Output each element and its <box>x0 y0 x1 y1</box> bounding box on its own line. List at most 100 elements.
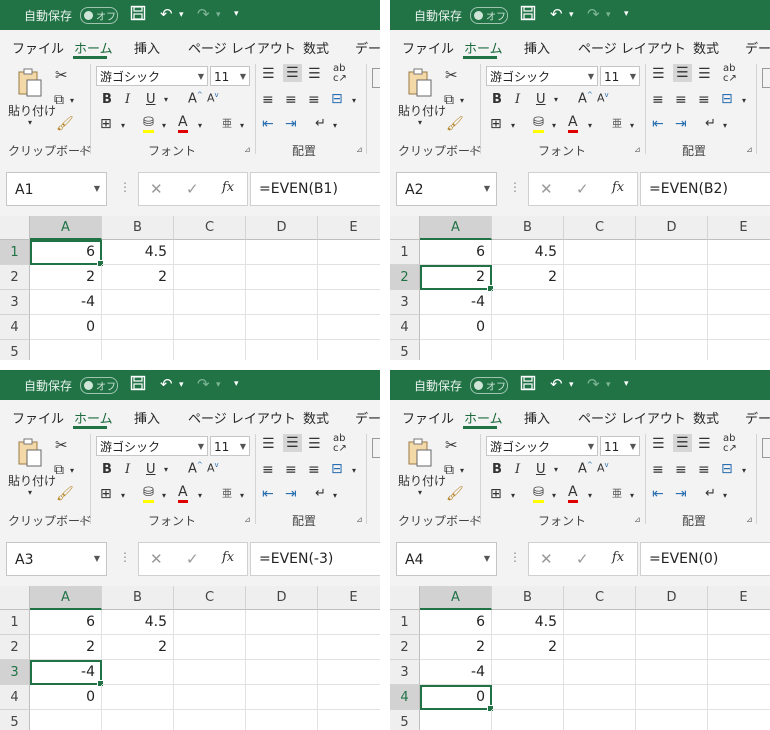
cell-d1[interactable] <box>246 610 318 635</box>
tab-2[interactable]: 挿入 <box>134 408 160 427</box>
row-header-3[interactable]: 3 <box>390 660 420 685</box>
cell-a4[interactable]: 0 <box>420 315 492 340</box>
tab-1[interactable]: ホーム <box>464 38 503 57</box>
paste-icon[interactable] <box>17 68 43 101</box>
orientation-icon[interactable]: ab c↗ <box>723 434 737 454</box>
tab-2[interactable]: 挿入 <box>524 38 550 57</box>
underline-icon[interactable]: U <box>146 92 156 107</box>
cell-a5[interactable] <box>30 340 102 360</box>
border-icon[interactable]: ⊞ <box>490 116 502 132</box>
border-dropdown-icon[interactable]: ▾ <box>511 491 515 500</box>
cell-e1[interactable] <box>708 240 770 265</box>
cell-c2[interactable] <box>564 635 636 660</box>
align-right-icon[interactable]: ≡ <box>308 92 320 108</box>
paste-dropdown-icon[interactable]: ▾ <box>28 488 32 497</box>
insert-function-icon[interactable]: fx <box>612 550 624 565</box>
cell-b5[interactable] <box>102 340 174 360</box>
cell-a1[interactable]: 6 <box>420 240 492 265</box>
cut-icon[interactable]: ✂ <box>445 66 458 84</box>
phonetic-dropdown-icon[interactable]: ▾ <box>630 491 634 500</box>
cell-c3[interactable] <box>174 660 246 685</box>
italic-icon[interactable]: I <box>125 92 130 107</box>
phonetic-icon[interactable]: 亜 <box>222 115 232 130</box>
cell-b3[interactable] <box>102 290 174 315</box>
decrease-font-icon[interactable]: Av <box>597 461 609 475</box>
format-painter-icon[interactable]: 🖌 <box>56 486 74 502</box>
bold-icon[interactable]: B <box>492 462 502 477</box>
wrap-text-icon[interactable]: ↵ <box>315 116 326 131</box>
column-header-d[interactable]: D <box>246 586 318 610</box>
cell-b5[interactable] <box>492 710 564 730</box>
align-center-icon[interactable]: ≡ <box>675 92 687 108</box>
cancel-icon[interactable]: ✕ <box>150 180 163 198</box>
cell-e2[interactable] <box>318 635 380 660</box>
autosave-toggle[interactable]: オフ <box>80 377 118 394</box>
cell-c4[interactable] <box>564 315 636 340</box>
tab-5[interactable]: デー <box>355 38 380 57</box>
name-box[interactable]: A2 ▼ <box>396 172 497 206</box>
wrap-text-icon[interactable]: ↵ <box>705 116 716 131</box>
save-icon[interactable] <box>520 5 536 25</box>
column-header-a[interactable]: A <box>30 586 102 610</box>
cell-d2[interactable] <box>246 265 318 290</box>
autosave-toggle[interactable]: オフ <box>470 377 508 394</box>
wrap-dropdown-icon[interactable]: ▾ <box>333 491 337 500</box>
cell-d2[interactable] <box>636 635 708 660</box>
italic-icon[interactable]: I <box>515 462 520 477</box>
cell-a2[interactable]: 2 <box>30 265 102 290</box>
dialog-launcher-icon[interactable]: ⊿ <box>634 145 641 154</box>
redo-icon[interactable]: ↷ <box>587 375 600 393</box>
cell-b4[interactable] <box>102 315 174 340</box>
column-header-a[interactable]: A <box>420 216 492 240</box>
merge-dropdown-icon[interactable]: ▾ <box>742 466 746 475</box>
cell-e5[interactable] <box>708 340 770 360</box>
column-header-d[interactable]: D <box>246 216 318 240</box>
undo-icon[interactable]: ↶ <box>550 5 563 23</box>
cell-c1[interactable] <box>174 610 246 635</box>
tab-2[interactable]: 挿入 <box>134 38 160 57</box>
dialog-launcher-icon[interactable]: ⊿ <box>634 515 641 524</box>
orientation-icon[interactable]: ab c↗ <box>333 64 347 84</box>
dialog-launcher-icon[interactable]: ⊿ <box>244 145 251 154</box>
cell-d5[interactable] <box>246 340 318 360</box>
wrap-dropdown-icon[interactable]: ▾ <box>723 491 727 500</box>
font-size-box[interactable]: 11 ▼ <box>210 436 250 456</box>
increase-font-icon[interactable]: A^ <box>188 461 203 476</box>
select-all-corner[interactable] <box>0 216 30 240</box>
align-right-icon[interactable]: ≡ <box>308 462 320 478</box>
font-color-dropdown-icon[interactable]: ▾ <box>588 121 592 130</box>
insert-function-icon[interactable]: fx <box>222 550 234 565</box>
cell-d3[interactable] <box>636 290 708 315</box>
row-header-2[interactable]: 2 <box>0 265 30 290</box>
cell-b3[interactable] <box>492 290 564 315</box>
align-top-icon[interactable]: ☰ <box>652 436 665 452</box>
cell-b1[interactable]: 4.5 <box>492 240 564 265</box>
fill-dropdown-icon[interactable]: ▾ <box>552 491 556 500</box>
tab-1[interactable]: ホーム <box>74 38 113 57</box>
column-header-e[interactable]: E <box>318 586 380 610</box>
row-header-4[interactable]: 4 <box>390 685 420 710</box>
copy-icon[interactable]: ⧉ <box>444 92 454 108</box>
cell-d2[interactable] <box>246 635 318 660</box>
underline-dropdown-icon[interactable]: ▾ <box>554 465 558 474</box>
cell-c5[interactable] <box>174 710 246 730</box>
cell-c4[interactable] <box>564 685 636 710</box>
cell-e2[interactable] <box>708 265 770 290</box>
cell-d4[interactable] <box>246 315 318 340</box>
tab-4[interactable]: 数式 <box>303 38 329 57</box>
cell-a1[interactable]: 6 <box>420 610 492 635</box>
paste-dropdown-icon[interactable]: ▾ <box>418 488 422 497</box>
cancel-icon[interactable]: ✕ <box>150 550 163 568</box>
customize-toolbar-icon[interactable]: ▾ <box>624 9 629 19</box>
font-size-box[interactable]: 11 ▼ <box>210 66 250 86</box>
align-bottom-icon[interactable]: ☰ <box>698 66 711 82</box>
cell-c1[interactable] <box>564 240 636 265</box>
autosave-toggle[interactable]: オフ <box>470 7 508 24</box>
cut-icon[interactable]: ✂ <box>55 436 68 454</box>
cell-e5[interactable] <box>708 710 770 730</box>
row-header-4[interactable]: 4 <box>0 315 30 340</box>
cell-b2[interactable]: 2 <box>102 635 174 660</box>
decrease-indent-icon[interactable]: ⇤ <box>652 116 664 132</box>
row-header-5[interactable]: 5 <box>0 710 30 730</box>
cell-e2[interactable] <box>318 265 380 290</box>
